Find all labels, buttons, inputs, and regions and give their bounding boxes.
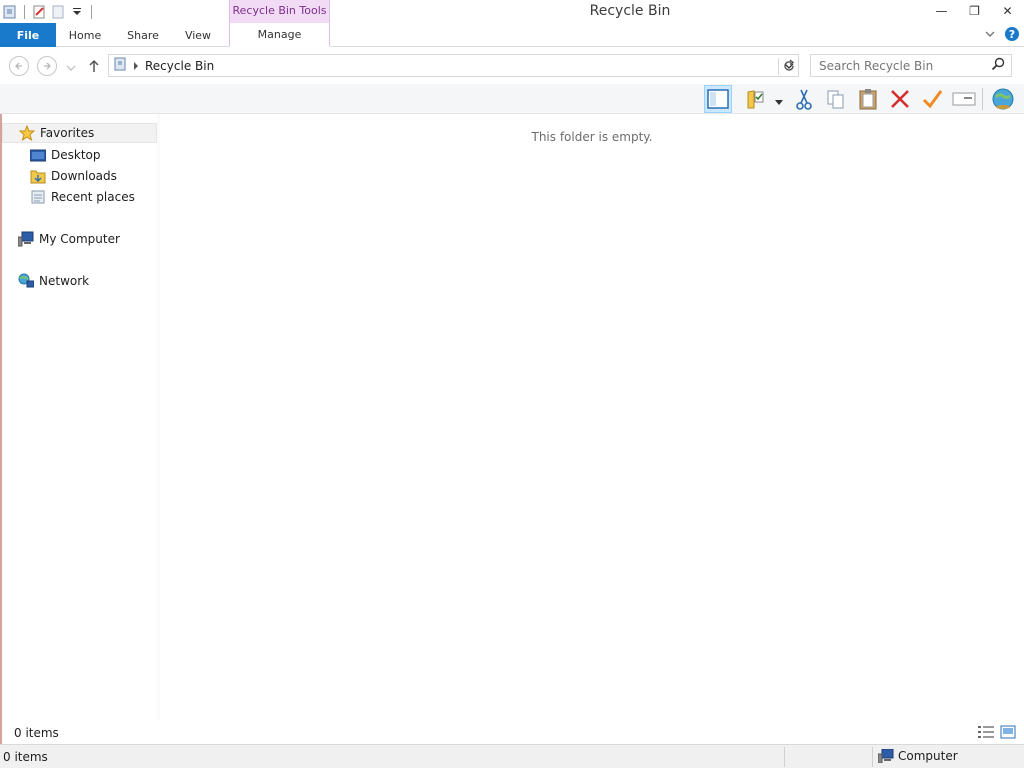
item-count: 0 items — [14, 726, 59, 740]
window-title: Recycle Bin — [589, 3, 671, 19]
copy-icon — [827, 90, 844, 109]
globe-icon — [992, 88, 1014, 110]
command-toolbar — [0, 84, 1024, 114]
computer-icon — [17, 231, 34, 247]
pane-splitter[interactable] — [157, 114, 160, 720]
nav-item-label: Recent places — [51, 190, 135, 204]
tab-home[interactable]: Home — [56, 23, 114, 47]
star-icon — [18, 124, 36, 142]
help-icon[interactable]: ? — [1004, 26, 1020, 45]
details-status-bar: 0 items — [0, 722, 1024, 744]
navigation-pane: Favorites Desktop Downloads Recent place… — [2, 114, 157, 720]
nav-item-label: My Computer — [39, 232, 120, 246]
svg-text:?: ? — [1009, 28, 1015, 41]
nav-item-desktop[interactable]: Desktop — [29, 145, 101, 165]
zone-indicator: Computer — [877, 748, 958, 764]
preview-pane-icon — [707, 89, 729, 109]
downloads-folder-icon — [30, 168, 46, 184]
nav-item-label: Downloads — [51, 169, 117, 183]
tab-share[interactable]: Share — [114, 23, 172, 47]
breadcrumb-chevron-icon[interactable] — [133, 59, 139, 73]
toolbar-separator — [982, 88, 983, 110]
delete-icon — [891, 90, 909, 108]
nav-item-label: Desktop — [51, 148, 101, 162]
apply-button[interactable] — [918, 85, 946, 113]
network-globe-button[interactable] — [989, 85, 1017, 113]
large-icons-view-icon[interactable] — [1000, 725, 1016, 742]
tab-manage[interactable]: Manage — [229, 23, 330, 47]
title-bar: Recycle Bin Tools Recycle Bin — ❐ ✕ — [0, 0, 1024, 23]
zone-label: Computer — [898, 749, 958, 763]
recent-locations-icon[interactable] — [66, 61, 76, 75]
copy-button[interactable] — [822, 85, 850, 113]
status-divider — [872, 747, 873, 767]
nav-item-my-computer[interactable]: My Computer — [17, 229, 120, 249]
forward-button[interactable] — [37, 56, 57, 76]
cut-button[interactable] — [790, 85, 818, 113]
preview-pane-button[interactable] — [704, 85, 732, 113]
paste-button[interactable] — [854, 85, 882, 113]
cut-icon — [796, 89, 812, 110]
arrow-left-icon — [15, 62, 22, 70]
checkmark-icon — [922, 90, 943, 109]
tab-view[interactable]: View — [172, 23, 224, 47]
refresh-button[interactable] — [778, 58, 797, 75]
minimize-button[interactable]: — — [925, 0, 958, 22]
footer-item-count: 0 items — [3, 750, 48, 764]
back-button[interactable] — [9, 56, 29, 76]
nav-item-downloads[interactable]: Downloads — [30, 166, 117, 186]
nav-item-recent-places[interactable]: Recent places — [30, 187, 135, 207]
delete-button[interactable] — [886, 85, 914, 113]
search-box[interactable] — [810, 54, 1012, 77]
address-bar[interactable]: Recycle Bin — [108, 54, 799, 77]
breadcrumb[interactable]: Recycle Bin — [145, 59, 214, 73]
folder-properties-icon — [747, 90, 764, 109]
ribbon-tabs: File Home Share View Manage ? — [0, 23, 1024, 47]
network-icon — [18, 273, 35, 289]
recycle-bin-icon — [113, 57, 127, 74]
up-arrow-icon[interactable] — [87, 58, 101, 77]
address-row: Recycle Bin — [0, 48, 1024, 84]
rename-icon — [952, 92, 976, 106]
footer-status-bar: 0 items Computer — [0, 744, 1024, 768]
search-icon[interactable] — [991, 57, 1005, 74]
folder-options-dropdown-icon[interactable] — [775, 95, 783, 109]
desktop-icon — [29, 147, 47, 163]
nav-item-network[interactable]: Network — [18, 271, 89, 291]
arrow-right-icon — [44, 62, 51, 70]
chevron-down-icon[interactable] — [984, 28, 996, 43]
paste-icon — [859, 89, 877, 110]
empty-folder-message: This folder is empty. — [531, 130, 653, 144]
view-switcher — [978, 725, 1016, 742]
nav-item-label: Network — [39, 274, 90, 288]
details-view-icon[interactable] — [978, 725, 994, 742]
recent-places-icon — [30, 189, 46, 205]
ribbon-right-controls: ? — [984, 26, 1020, 45]
computer-zone-icon — [877, 748, 894, 764]
window-controls: — ❐ ✕ — [925, 0, 1024, 22]
rename-button[interactable] — [950, 85, 978, 113]
tab-file[interactable]: File — [0, 23, 56, 47]
status-divider — [784, 747, 785, 767]
refresh-icon — [784, 59, 795, 71]
search-input[interactable] — [811, 58, 981, 73]
folder-properties-button[interactable] — [742, 85, 770, 113]
nav-item-label: Favorites — [40, 126, 95, 140]
nav-item-favorites[interactable]: Favorites — [2, 123, 157, 143]
close-button[interactable]: ✕ — [991, 0, 1024, 22]
restore-button[interactable]: ❐ — [958, 0, 991, 22]
